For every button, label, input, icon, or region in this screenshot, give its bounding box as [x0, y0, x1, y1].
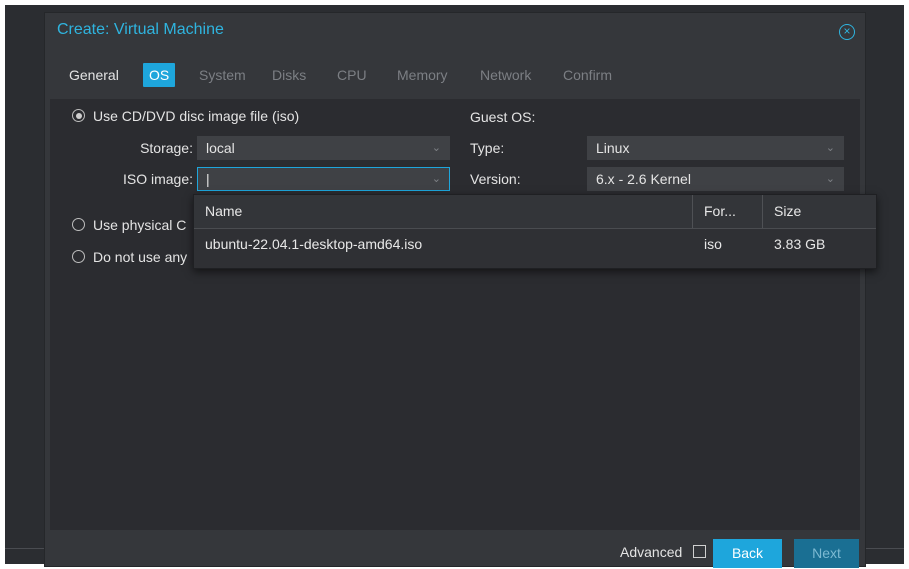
column-header-format[interactable]: For... — [704, 195, 736, 228]
iso-file-format: iso — [704, 236, 722, 252]
os-type-value: Linux — [596, 140, 630, 156]
iso-image-combobox[interactable]: | ⌄ — [197, 167, 450, 191]
tab-memory[interactable]: Memory — [397, 63, 448, 87]
storage-label: Storage: — [140, 140, 193, 156]
chevron-down-icon[interactable]: ⌄ — [432, 137, 441, 159]
os-version-value: 6.x - 2.6 Kernel — [596, 171, 691, 187]
back-button[interactable]: Back — [713, 539, 782, 568]
column-header-name[interactable]: Name — [205, 195, 242, 228]
tab-general[interactable]: General — [69, 63, 119, 87]
dialog-footer: Advanced Back Next — [50, 534, 860, 568]
tab-network[interactable]: Network — [480, 63, 531, 87]
radio-checked-icon[interactable] — [72, 109, 85, 122]
iso-option-label: Use CD/DVD disc image file (iso) — [93, 108, 300, 124]
iso-image-label: ISO image: — [122, 171, 193, 187]
next-button[interactable]: Next — [794, 539, 859, 568]
close-icon[interactable]: × — [839, 24, 855, 40]
chevron-down-icon[interactable]: ⌄ — [826, 137, 835, 159]
radio-unchecked-icon[interactable] — [72, 250, 85, 263]
os-type-label: Type: — [470, 140, 505, 156]
iso-picker-dropdown: Name For... Size ubuntu-22.04.1-desktop-… — [193, 194, 877, 269]
iso-file-size: 3.83 GB — [774, 236, 826, 252]
os-panel: Use CD/DVD disc image file (iso) Storage… — [50, 99, 860, 530]
os-version-label: Version: — [470, 171, 521, 187]
advanced-checkbox[interactable] — [693, 545, 706, 558]
picker-header: Name For... Size — [194, 195, 876, 229]
tab-confirm[interactable]: Confirm — [563, 63, 612, 87]
storage-value: local — [206, 140, 235, 156]
tab-disks[interactable]: Disks — [272, 63, 306, 87]
os-type-select[interactable]: Linux ⌄ — [587, 136, 844, 160]
column-divider — [692, 195, 693, 228]
iso-image-value: | — [206, 171, 210, 187]
guest-os-heading: Guest OS: — [470, 109, 536, 125]
column-divider — [762, 195, 763, 228]
table-row[interactable]: ubuntu-22.04.1-desktop-amd64.iso iso 3.8… — [194, 229, 876, 259]
tab-system[interactable]: System — [199, 63, 246, 87]
os-version-select[interactable]: 6.x - 2.6 Kernel ⌄ — [587, 167, 844, 191]
tab-os[interactable]: OS — [143, 63, 176, 87]
storage-select[interactable]: local ⌄ — [197, 136, 450, 160]
radio-unchecked-icon[interactable] — [72, 218, 85, 231]
advanced-label: Advanced — [620, 544, 683, 560]
chevron-down-icon[interactable]: ⌄ — [432, 168, 441, 190]
chevron-down-icon[interactable]: ⌄ — [826, 168, 835, 190]
physical-option-label: Use physical C — [93, 217, 187, 233]
column-header-size[interactable]: Size — [774, 195, 801, 228]
create-vm-dialog: Create: Virtual Machine × General OS Sys… — [44, 12, 877, 568]
iso-file-name: ubuntu-22.04.1-desktop-amd64.iso — [205, 236, 423, 252]
tab-cpu[interactable]: CPU — [337, 63, 367, 87]
none-option-label: Do not use any — [93, 249, 188, 265]
dialog-title: Create: Virtual Machine — [57, 21, 224, 38]
